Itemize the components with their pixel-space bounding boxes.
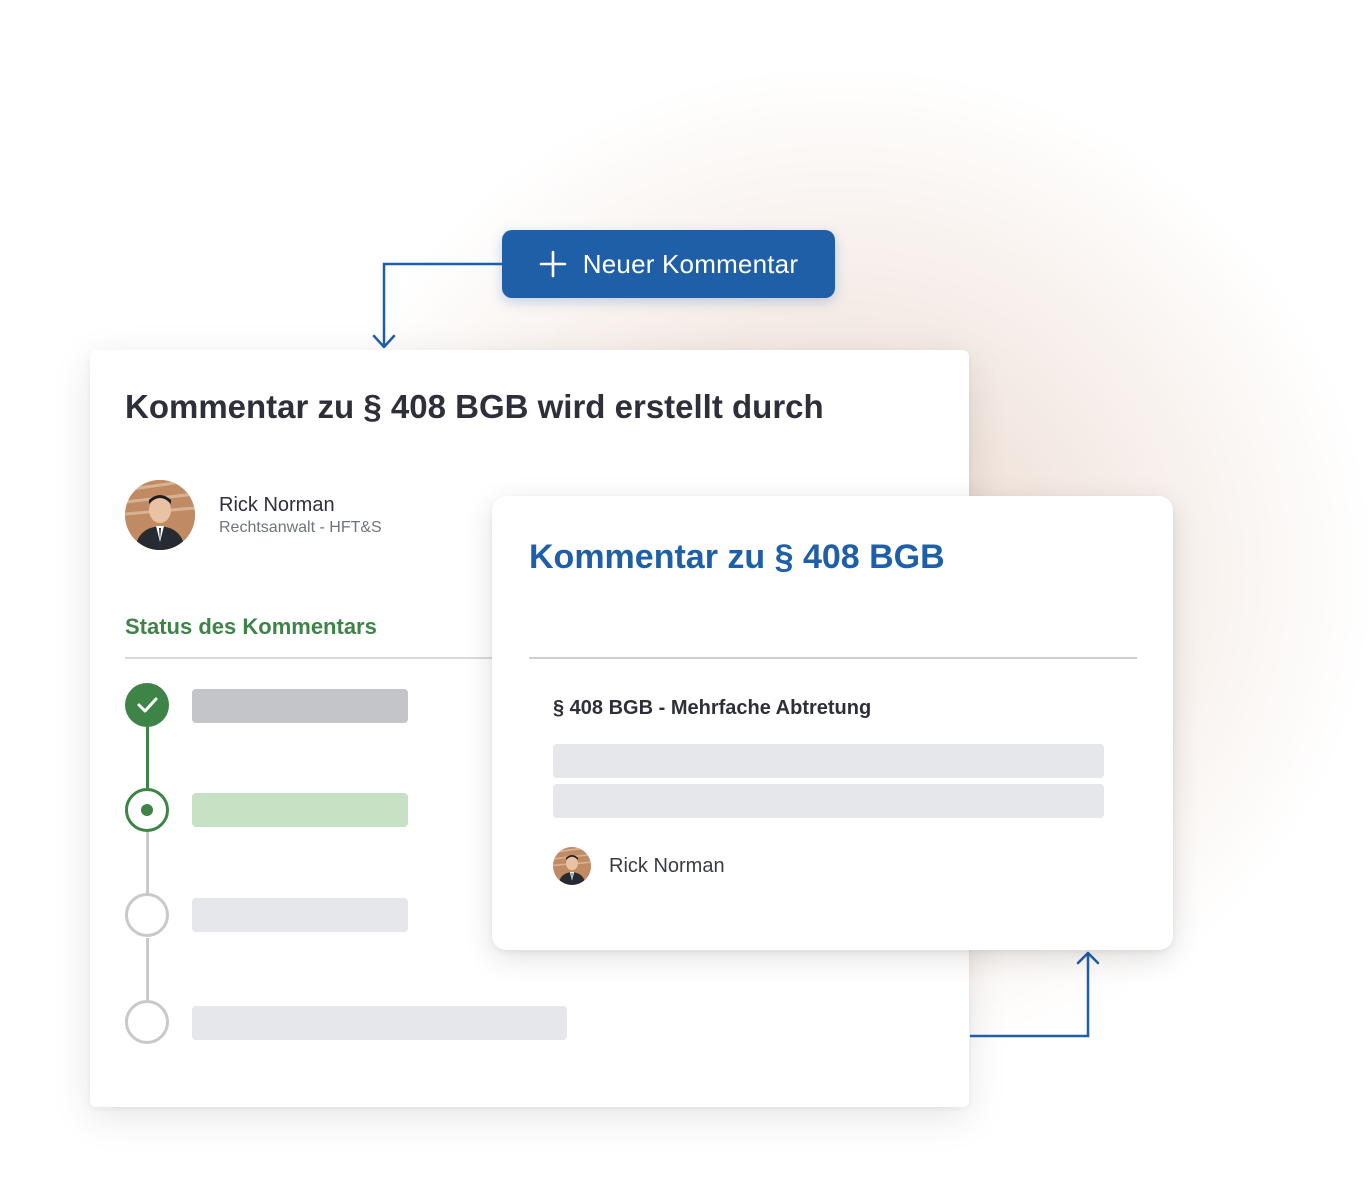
comment-card[interactable]: Kommentar zu § 408 BGB § 408 BGB - Mehrf… — [492, 496, 1173, 950]
comment-author-name: Rick Norman — [609, 854, 725, 877]
comment-text-placeholder — [553, 744, 1104, 778]
avatar — [553, 847, 591, 885]
comment-author: Rick Norman — [553, 847, 725, 885]
comment-card-title: Kommentar zu § 408 BGB — [529, 538, 945, 576]
comment-card-divider — [529, 657, 1137, 659]
comment-subheading: § 408 BGB - Mehrfache Abtretung — [553, 697, 872, 719]
comment-text-placeholder — [553, 784, 1104, 818]
